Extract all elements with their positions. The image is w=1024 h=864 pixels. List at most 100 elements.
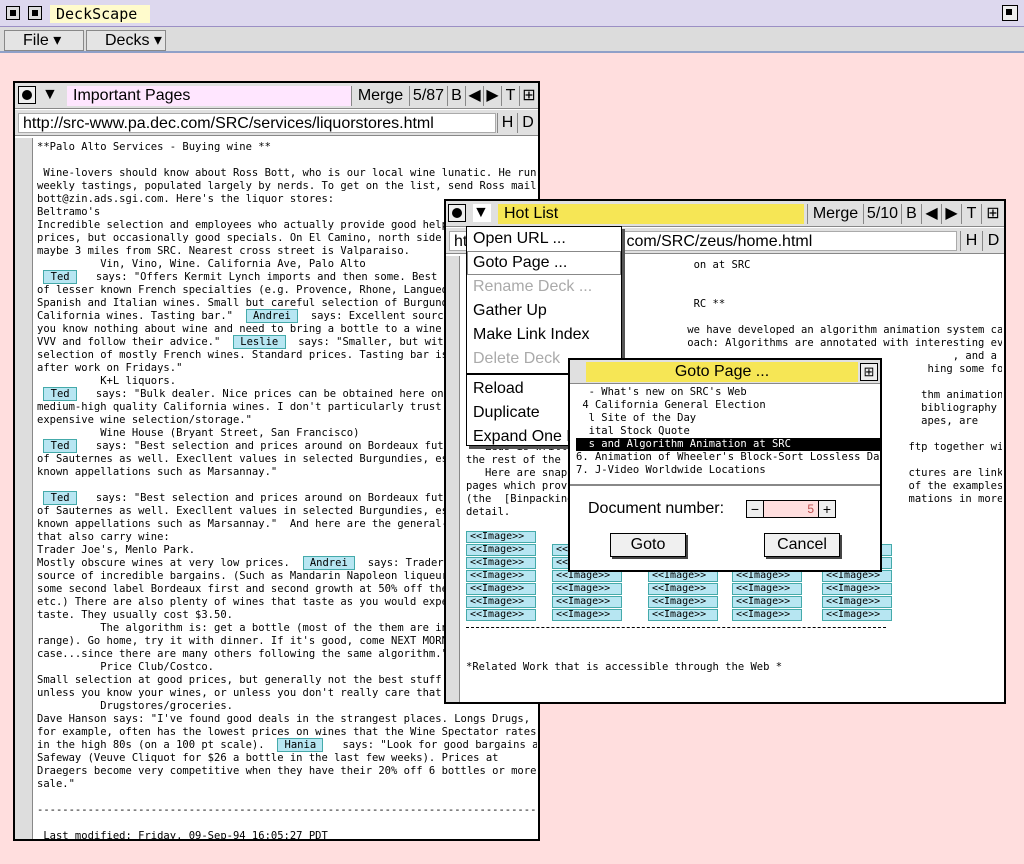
text-line: sale." [37,778,75,790]
url-visible: c.com/SRC/zeus/home.html [614,233,813,250]
goto-page-dialog: Goto Page ... ⊞ - What's new on SRC's We… [568,358,882,572]
merge-button[interactable]: Merge [351,86,409,106]
increment-button[interactable]: + [818,500,836,518]
vertical-scrollbar[interactable] [446,256,460,702]
t-button[interactable]: T [961,204,981,224]
divider [570,484,880,486]
cancel-button[interactable]: Cancel [764,533,840,557]
document-number-field[interactable]: 5 [764,500,818,518]
image-link[interactable]: <<Image>> [466,557,536,569]
prev-page-icon[interactable]: ◀ [921,204,941,224]
image-link[interactable]: <<Image>> [732,609,802,621]
image-link[interactable]: <<Image>> [466,544,536,556]
page-list-item[interactable]: 7. J-Video Worldwide Locations [576,464,882,477]
image-link[interactable]: <<Image>> [466,596,536,608]
file-menu[interactable]: File ▾ [4,30,84,51]
close-box-icon[interactable] [6,6,20,20]
page-list-item[interactable]: 4 California General Election [576,399,882,412]
text-line: in the high 80s (on a 100 pt scale). Han… [37,738,537,752]
image-link[interactable]: <<Image>> [732,583,802,595]
image-link[interactable]: <<Image>> [822,609,892,621]
name-link[interactable]: Ted [43,270,77,284]
d-button[interactable]: D [517,113,538,133]
name-link[interactable]: Leslie [232,335,286,349]
menu-item[interactable]: Gather Up [467,299,621,323]
deck-close-icon[interactable] [448,204,466,222]
url-field[interactable]: http://src-www.pa.dec.com/SRC/services/l… [18,113,496,133]
image-link[interactable]: <<Image>> [552,596,622,608]
deck-title[interactable]: Hot List [498,204,804,224]
next-page-icon[interactable]: ▶ [941,204,961,224]
chevron-down-icon: ▾ [149,32,162,49]
next-page-icon[interactable]: ▶ [483,86,501,106]
deck-header: ▼ Important Pages Merge 5/87 B ◀ ▶ T ⊞ [15,83,538,109]
deck-menu-arrow-icon[interactable]: ▼ [473,204,491,222]
page-list-item[interactable]: s and Algorithm Animation at SRC [576,438,882,451]
h-button[interactable]: H [960,231,982,251]
image-link[interactable]: <<Image>> [466,583,536,595]
menu-item[interactable]: Make Link Index [467,323,621,347]
page-list-item[interactable]: 6. Animation of Wheeler's Block-Sort Los… [576,451,882,464]
window-menu-icon[interactable] [28,6,42,20]
menu-item[interactable]: Open URL ... [467,227,621,251]
d-button[interactable]: D [982,231,1004,251]
deck-title[interactable]: Important Pages [67,86,351,106]
decks-menu[interactable]: Decks ▾ [86,30,166,51]
h-button[interactable]: H [497,113,517,133]
page-counter: 5/87 [409,86,447,106]
decrement-button[interactable]: − [746,500,764,518]
image-link[interactable]: <<Image>> [822,596,892,608]
merge-button[interactable]: Merge [807,204,863,224]
text-line: Safeway (Veuve Cliquot for $26 a bottle … [37,752,499,764]
menubar: File ▾ Decks ▾ [0,27,1024,53]
text-line [37,154,537,167]
b-button[interactable]: B [901,204,921,224]
text-line: ----------------------------------------… [37,804,537,816]
image-link[interactable]: <<Image>> [648,596,718,608]
deck-zoom-icon[interactable]: ⊞ [519,86,538,106]
deck-menu-arrow-icon[interactable]: ▼ [42,86,60,104]
image-link[interactable]: <<Image>> [466,609,536,621]
goto-button[interactable]: Goto [610,533,686,557]
app-title: DeckScape [50,5,150,23]
t-button[interactable]: T [501,86,519,106]
deck-close-icon[interactable] [18,86,36,104]
menu-item: Rename Deck ... [473,278,593,295]
name-link[interactable]: Ted [43,491,77,505]
dialog-title: Goto Page ... [586,362,858,382]
text-line: Dave Hanson says: "I've found good deals… [37,713,531,725]
file-menu-label: File [23,32,49,49]
image-link[interactable]: <<Image>> [648,609,718,621]
vertical-scrollbar[interactable] [15,138,33,839]
divider [466,627,886,628]
page-list-item[interactable]: - What's new on SRC's Web [576,386,882,399]
menu-item[interactable]: Goto Page ... [467,251,621,275]
related-work-heading: *Related Work that is accessible through… [466,661,783,673]
app-titlebar: DeckScape [0,0,1024,27]
text-line: Wine-lovers should know about Ross Bott,… [37,167,537,179]
image-link[interactable]: <<Image>> [552,609,622,621]
page-list-item[interactable]: ital Stock Quote [576,425,882,438]
image-link[interactable]: <<Image>> [552,583,622,595]
name-link[interactable]: Ted [43,439,77,453]
page-list-item[interactable]: l Site of the Day [576,412,882,425]
name-link[interactable]: Andrei [245,309,299,323]
name-link[interactable]: Andrei [302,556,356,570]
name-link[interactable]: Ted [43,387,77,401]
b-button[interactable]: B [447,86,465,106]
text-line: **Palo Alto Services - Buying wine ** [37,141,271,153]
text-line: Last modified: Friday, 09-Sep-94 16:05:2… [37,830,328,839]
page-list[interactable]: - What's new on SRC's Web 4 California G… [576,386,882,480]
deck-zoom-icon[interactable]: ⊞ [981,204,1004,224]
image-link[interactable]: <<Image>> [466,531,536,543]
name-link[interactable]: Hania [277,738,324,752]
image-link[interactable]: <<Image>> [466,570,536,582]
text-line: weekly tastings, populated largely by ne… [37,180,537,192]
zoom-box-icon[interactable] [1002,5,1018,21]
image-link[interactable]: <<Image>> [732,596,802,608]
prev-page-icon[interactable]: ◀ [465,86,483,106]
image-link[interactable]: <<Image>> [822,583,892,595]
dialog-zoom-icon[interactable]: ⊞ [860,363,878,381]
image-link[interactable]: <<Image>> [648,583,718,595]
text-line [37,791,537,804]
